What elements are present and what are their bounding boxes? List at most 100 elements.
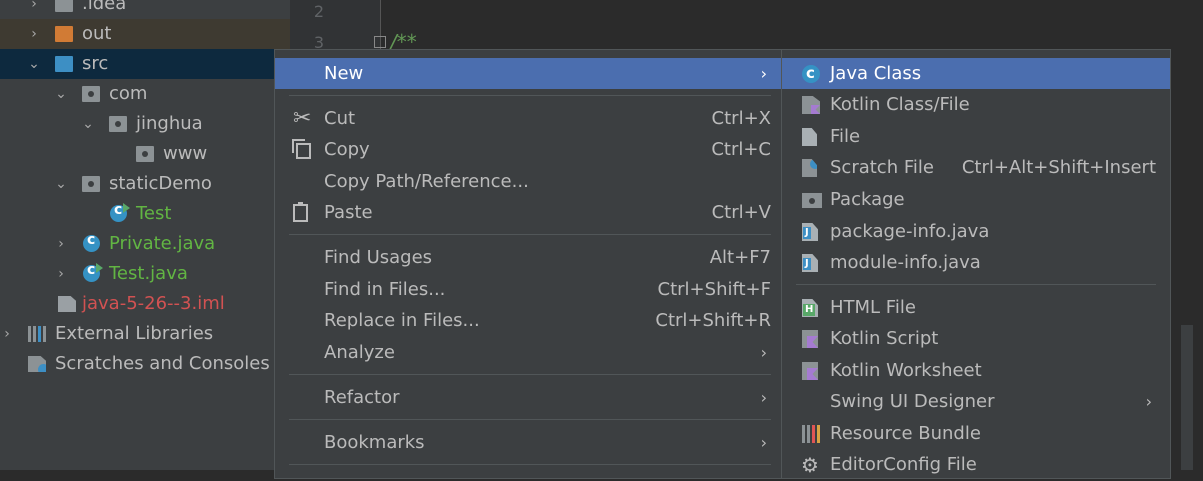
copy-icon — [292, 139, 311, 159]
menu-item-cut[interactable]: Cut Ctrl+X — [275, 103, 781, 134]
tree-item-com[interactable]: ⌄ com — [0, 79, 290, 109]
menu-item-module-info[interactable]: module-info.java — [782, 247, 1170, 278]
tree-item-iml[interactable]: java-5-26--3.iml — [0, 289, 290, 319]
menu-item-find-in-files[interactable]: Find in Files... Ctrl+Shift+F — [275, 274, 781, 305]
library-icon — [28, 326, 46, 342]
menu-item-label: Resource Bundle — [830, 423, 981, 444]
kotlin-file-icon — [802, 96, 820, 114]
file-icon — [802, 128, 817, 146]
menu-item-file[interactable]: File — [782, 121, 1170, 152]
chevron-right-icon[interactable]: › — [27, 0, 41, 19]
package-icon — [136, 146, 154, 162]
menu-item-bookmarks[interactable]: Bookmarks › — [275, 427, 781, 458]
tree-item-label: staticDemo — [109, 173, 212, 194]
scratches-icon — [28, 356, 46, 372]
tree-item-src[interactable]: ⌄ src — [0, 49, 290, 79]
clipboard-icon — [293, 202, 308, 222]
tree-item-test-class[interactable]: Test — [0, 199, 290, 229]
tree-item-external-libraries[interactable]: › External Libraries — [0, 319, 290, 349]
menu-item-label: Refactor — [324, 387, 400, 408]
chevron-right-icon: › — [760, 64, 767, 83]
tree-item-idea[interactable]: › .idea — [0, 0, 290, 19]
tree-item-label: .idea — [82, 0, 127, 14]
menu-item-package[interactable]: Package — [782, 184, 1170, 215]
menu-item-html-file[interactable]: HTML File — [782, 292, 1170, 323]
fold-toggle-icon[interactable] — [374, 36, 386, 48]
tree-item-private-java[interactable]: › Private.java — [0, 229, 290, 259]
menu-item-package-info[interactable]: package-info.java — [782, 216, 1170, 247]
menu-item-label: New — [324, 63, 364, 84]
chevron-right-icon[interactable]: › — [0, 319, 14, 349]
chevron-down-icon[interactable]: ⌄ — [54, 79, 68, 109]
menu-item-label: module-info.java — [830, 252, 981, 273]
menu-item-swing-ui-designer[interactable]: Swing UI Designer › — [782, 386, 1170, 417]
menu-item-label: Bookmarks — [324, 432, 425, 453]
chevron-right-icon: › — [760, 388, 767, 407]
folder-orange-icon — [55, 26, 73, 42]
tree-item-scratches[interactable]: Scratches and Consoles — [0, 349, 290, 379]
menu-item-refactor[interactable]: Refactor › — [275, 382, 781, 413]
menu-item-scratch-file[interactable]: Scratch File Ctrl+Alt+Shift+Insert — [782, 152, 1170, 183]
tree-item-label: jinghua — [136, 113, 203, 134]
chevron-right-icon[interactable]: › — [54, 229, 68, 259]
scissors-icon — [293, 103, 311, 134]
java-class-icon — [802, 58, 820, 89]
menu-item-kotlin-worksheet[interactable]: Kotlin Worksheet — [782, 355, 1170, 386]
new-submenu: Java Class Kotlin Class/File File Scratc… — [781, 49, 1171, 481]
menu-item-new[interactable]: New › — [275, 58, 781, 89]
package-icon — [109, 116, 127, 132]
menu-item-label: Scratch File — [830, 157, 934, 178]
menu-item-kotlin-class[interactable]: Kotlin Class/File — [782, 89, 1170, 120]
menu-item-copy-path[interactable]: Copy Path/Reference... — [275, 166, 781, 197]
tree-item-label: Test.java — [109, 263, 188, 284]
menu-item-resource-bundle[interactable]: Resource Bundle — [782, 418, 1170, 449]
folder-icon — [55, 0, 73, 12]
menu-item-label: HTML File — [830, 297, 916, 318]
resource-bundle-icon — [802, 425, 820, 443]
chevron-down-icon[interactable]: ⌄ — [54, 169, 68, 199]
menu-item-label: Cut — [324, 108, 356, 129]
chevron-right-icon[interactable]: › — [27, 19, 41, 49]
tree-item-label: Scratches and Consoles — [55, 353, 270, 374]
menu-item-java-class[interactable]: Java Class — [782, 58, 1170, 89]
shortcut-label: Alt+F7 — [709, 247, 771, 268]
context-menu: New › Cut Ctrl+X Copy Ctrl+C Copy Path/R… — [274, 49, 782, 479]
tree-item-label: Test — [136, 203, 172, 224]
chevron-right-icon[interactable]: › — [54, 259, 68, 289]
tree-item-test-java[interactable]: › Test.java — [0, 259, 290, 289]
menu-separator — [289, 234, 771, 235]
package-icon — [82, 176, 100, 192]
tool-window-strip — [1181, 325, 1193, 470]
tree-item-staticdemo[interactable]: ⌄ staticDemo — [0, 169, 290, 199]
menu-item-find-usages[interactable]: Find Usages Alt+F7 — [275, 242, 781, 273]
menu-item-copy[interactable]: Copy Ctrl+C — [275, 134, 781, 165]
menu-item-analyze[interactable]: Analyze › — [275, 337, 781, 368]
menu-item-label: Find Usages — [324, 247, 433, 268]
tree-item-www[interactable]: www — [0, 139, 290, 169]
menu-item-label: Copy Path/Reference... — [324, 171, 529, 192]
chevron-right-icon: › — [760, 343, 767, 362]
iml-file-icon — [58, 296, 76, 312]
tree-item-jinghua[interactable]: ⌄ jinghua — [0, 109, 290, 139]
menu-item-editorconfig[interactable]: EditorConfig File — [782, 449, 1170, 481]
tree-item-label: Private.java — [109, 233, 216, 254]
scratch-file-icon — [802, 159, 817, 177]
java-class-icon — [83, 232, 100, 252]
tree-item-out[interactable]: › out — [0, 19, 290, 49]
shortcut-label: Ctrl+Alt+Shift+Insert — [961, 157, 1156, 178]
tree-item-label: com — [109, 83, 148, 104]
chevron-down-icon[interactable]: ⌄ — [81, 109, 95, 139]
menu-item-label: Copy — [324, 139, 370, 160]
html-file-icon — [802, 299, 818, 317]
java-file-icon — [802, 223, 818, 241]
menu-item-label: Package — [830, 189, 905, 210]
menu-item-label: Paste — [324, 202, 373, 223]
menu-item-kotlin-script[interactable]: Kotlin Script — [782, 323, 1170, 354]
chevron-down-icon[interactable]: ⌄ — [27, 49, 41, 79]
chevron-right-icon: › — [1145, 392, 1152, 411]
menu-item-paste[interactable]: Paste Ctrl+V — [275, 197, 781, 228]
menu-item-label: package-info.java — [830, 221, 990, 242]
menu-item-replace-in-files[interactable]: Replace in Files... Ctrl+Shift+R — [275, 305, 781, 336]
shortcut-label: Ctrl+Shift+F — [657, 279, 771, 300]
shortcut-label: Ctrl+Shift+R — [655, 310, 771, 331]
